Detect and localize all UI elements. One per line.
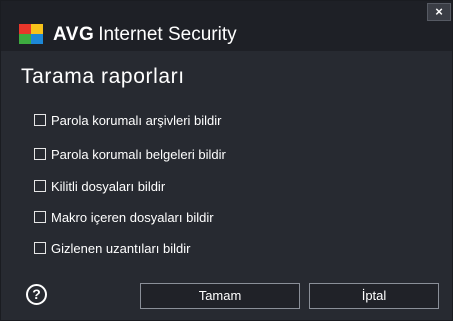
option-report-password-archives[interactable]: Parola korumalı arşivleri bildir (34, 111, 222, 131)
app-title: AVG Internet Security (53, 21, 237, 49)
close-icon: × (435, 4, 443, 19)
option-report-hidden-extensions[interactable]: Gizlenen uzantıları bildir (34, 239, 190, 259)
option-label: Parola korumalı belgeleri bildir (51, 147, 226, 162)
option-report-locked-files[interactable]: Kilitli dosyaları bildir (34, 177, 165, 197)
help-icon[interactable]: ? (26, 284, 47, 305)
ok-button[interactable]: Tamam (140, 283, 300, 309)
cancel-button[interactable]: İptal (309, 283, 439, 309)
option-label: Makro içeren dosyaları bildir (51, 210, 214, 225)
product-name: Internet Security (98, 24, 237, 45)
option-report-macro-files[interactable]: Makro içeren dosyaları bildir (34, 208, 214, 228)
checkbox[interactable] (34, 211, 46, 223)
close-button[interactable]: × (427, 3, 451, 21)
checkbox[interactable] (34, 242, 46, 254)
checkbox[interactable] (34, 148, 46, 160)
checkbox[interactable] (34, 114, 46, 126)
option-label: Kilitli dosyaları bildir (51, 179, 166, 194)
option-report-password-documents[interactable]: Parola korumalı belgeleri bildir (34, 145, 226, 165)
checkbox[interactable] (34, 180, 46, 192)
page-title: Tarama raporları (21, 65, 185, 88)
option-label: Gizlenen uzantıları bildir (51, 241, 191, 256)
option-label: Parola korumalı arşivleri bildir (51, 113, 222, 128)
avg-logo-icon (19, 24, 43, 44)
brand-name: AVG (53, 24, 95, 45)
settings-dialog: AVG Internet Security × Tarama raporları … (0, 0, 453, 321)
title-bar: AVG Internet Security × (1, 1, 452, 51)
